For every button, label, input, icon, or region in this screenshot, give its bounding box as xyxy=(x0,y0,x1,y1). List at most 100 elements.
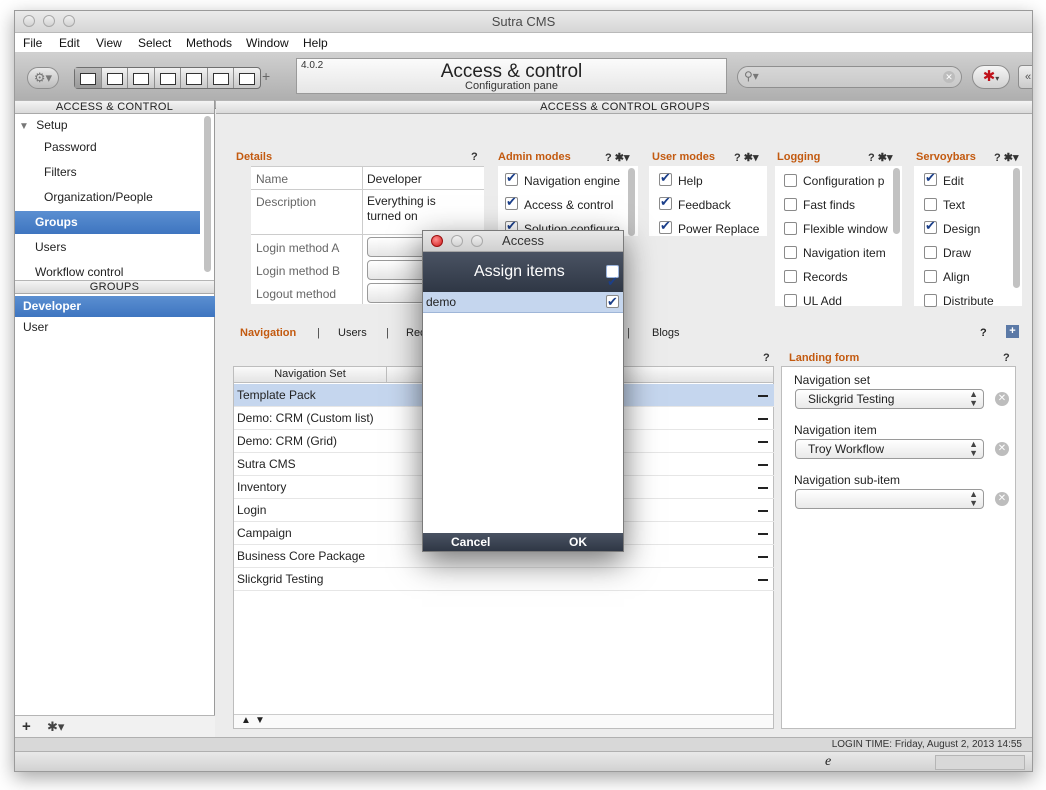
servoy-align-checkbox[interactable] xyxy=(924,270,937,283)
clear-nav-subitem-icon[interactable]: ✕ xyxy=(995,492,1009,506)
nav-set-label: Navigation set xyxy=(794,373,871,387)
add-icon[interactable]: + xyxy=(22,718,31,735)
remove-icon[interactable] xyxy=(758,418,768,420)
item-checkbox[interactable] xyxy=(606,292,619,312)
add-tab-icon[interactable]: + xyxy=(1006,325,1019,338)
name-field[interactable]: Developer xyxy=(367,172,422,186)
dialog-close-button[interactable] xyxy=(431,235,443,247)
add-layout-icon[interactable]: + xyxy=(262,68,270,84)
layout-5-button[interactable] xyxy=(181,68,208,88)
servoy-text-checkbox[interactable] xyxy=(924,198,937,211)
table-help-icon[interactable]: ? xyxy=(763,352,770,364)
servoy-draw-checkbox[interactable] xyxy=(924,246,937,259)
gear-icon[interactable]: ⚙▾ xyxy=(27,67,59,89)
layout-1-button[interactable] xyxy=(75,68,102,88)
clear-nav-item-icon[interactable]: ✕ xyxy=(995,442,1009,456)
remove-icon[interactable] xyxy=(758,395,768,397)
menu-methods[interactable]: Methods xyxy=(186,36,232,50)
nav-set-select[interactable]: Slickgrid Testing ▲ ▼ xyxy=(795,389,984,409)
setup-group[interactable]: ▼ Setup xyxy=(15,116,203,134)
action-menu-icon[interactable]: ✱▾ xyxy=(47,719,64,735)
menu-edit[interactable]: Edit xyxy=(59,36,80,50)
description-line-1[interactable]: Everything is xyxy=(367,194,436,208)
group-item-user[interactable]: User xyxy=(15,317,203,338)
tabs-help-icon[interactable]: ? xyxy=(980,327,987,339)
sidebar-item-password[interactable]: Password xyxy=(15,136,203,159)
collapse-icon[interactable]: « xyxy=(1018,65,1032,89)
logging-scrollbar[interactable] xyxy=(893,168,900,234)
cancel-button[interactable]: Cancel xyxy=(451,535,490,549)
remove-icon[interactable] xyxy=(758,464,768,466)
admin-navigation-checkbox[interactable] xyxy=(505,170,518,186)
landing-form-help-icon[interactable]: ? xyxy=(1003,352,1010,364)
sidebar-item-users[interactable]: Users xyxy=(15,236,203,259)
servoy-edit-checkbox[interactable] xyxy=(924,170,937,186)
select-all-checkbox[interactable] xyxy=(606,262,619,302)
clear-nav-set-icon[interactable]: ✕ xyxy=(995,392,1009,406)
tab-users[interactable]: Users xyxy=(338,327,367,339)
tab-blogs[interactable]: Blogs xyxy=(652,327,680,339)
nav-item-select[interactable]: Troy Workflow ▲ ▼ xyxy=(795,439,984,459)
menu-view[interactable]: View xyxy=(96,36,122,50)
layout-switcher xyxy=(74,67,261,89)
sidebar-item-organization[interactable]: Organization/People xyxy=(15,186,203,209)
admin-modes-help-icon[interactable]: ? ✱▾ xyxy=(605,151,630,164)
admin-access-checkbox[interactable] xyxy=(505,194,518,210)
log-flexible-window-checkbox[interactable] xyxy=(784,222,797,235)
remove-icon[interactable] xyxy=(758,510,768,512)
asterisk-menu-icon[interactable]: ✱▾ xyxy=(972,65,1010,89)
admin-modes-scrollbar[interactable] xyxy=(628,168,635,236)
tab-navigation[interactable]: Navigation xyxy=(240,327,296,339)
left-scrollbar[interactable] xyxy=(204,116,211,272)
sidebar-item-workflow[interactable]: Workflow control xyxy=(15,261,203,278)
servoybars-scrollbar[interactable] xyxy=(1013,168,1020,288)
user-feedback-checkbox[interactable] xyxy=(659,194,672,210)
log-fast-finds-checkbox[interactable] xyxy=(784,198,797,211)
layout-3-button[interactable] xyxy=(128,68,155,88)
layout-4-button[interactable] xyxy=(155,68,182,88)
table-row[interactable]: Slickgrid Testing xyxy=(234,568,774,591)
list-item[interactable]: demo xyxy=(423,292,623,313)
layout-7-button[interactable] xyxy=(234,68,260,88)
layout-6-button[interactable] xyxy=(208,68,235,88)
menu-select[interactable]: Select xyxy=(138,36,171,50)
user-modes-help-icon[interactable]: ? ✱▾ xyxy=(734,151,759,164)
log-configuration-checkbox[interactable] xyxy=(784,174,797,187)
search-input[interactable]: ⚲▾ ✕ xyxy=(737,66,962,88)
log-navigation-item-checkbox[interactable] xyxy=(784,246,797,259)
sidebar-item-groups[interactable]: Groups xyxy=(15,211,200,234)
ok-button[interactable]: OK xyxy=(569,535,587,549)
remove-icon[interactable] xyxy=(758,579,768,581)
nav-subitem-select[interactable]: ▲ ▼ xyxy=(795,489,984,509)
servoybars-help-icon[interactable]: ? ✱▾ xyxy=(994,151,1019,164)
menu-help[interactable]: Help xyxy=(303,36,328,50)
move-up-icon[interactable]: ▲ xyxy=(241,715,251,726)
logging-title: Logging xyxy=(777,151,821,163)
menu-window[interactable]: Window xyxy=(246,36,289,50)
sidebar-item-filters[interactable]: Filters xyxy=(15,161,203,184)
description-line-2[interactable]: turned on xyxy=(367,209,418,223)
move-down-icon[interactable]: ▼ xyxy=(255,715,265,726)
log-records-checkbox[interactable] xyxy=(784,270,797,283)
group-item-developer[interactable]: Developer xyxy=(15,296,215,317)
log-ul-add-checkbox[interactable] xyxy=(784,294,797,307)
zoom-window-button[interactable] xyxy=(63,15,75,27)
remove-icon[interactable] xyxy=(758,441,768,443)
remove-icon[interactable] xyxy=(758,556,768,558)
logging-help-icon[interactable]: ? ✱▾ xyxy=(868,151,893,164)
menu-file[interactable]: File xyxy=(23,36,42,50)
dialog-minimize-button[interactable] xyxy=(451,235,463,247)
minimize-window-button[interactable] xyxy=(43,15,55,27)
remove-icon[interactable] xyxy=(758,533,768,535)
user-power-replace-checkbox[interactable] xyxy=(659,218,672,234)
close-window-button[interactable] xyxy=(23,15,35,27)
remove-icon[interactable] xyxy=(758,487,768,489)
layout-2-button[interactable] xyxy=(102,68,129,88)
servoy-design-checkbox[interactable] xyxy=(924,218,937,234)
column-navigation-set[interactable]: Navigation Set xyxy=(234,367,387,382)
servoy-distribute-checkbox[interactable] xyxy=(924,294,937,307)
details-help-icon[interactable]: ? xyxy=(471,151,478,163)
dialog-zoom-button[interactable] xyxy=(471,235,483,247)
clear-search-icon[interactable]: ✕ xyxy=(943,71,955,83)
user-help-checkbox[interactable] xyxy=(659,170,672,186)
